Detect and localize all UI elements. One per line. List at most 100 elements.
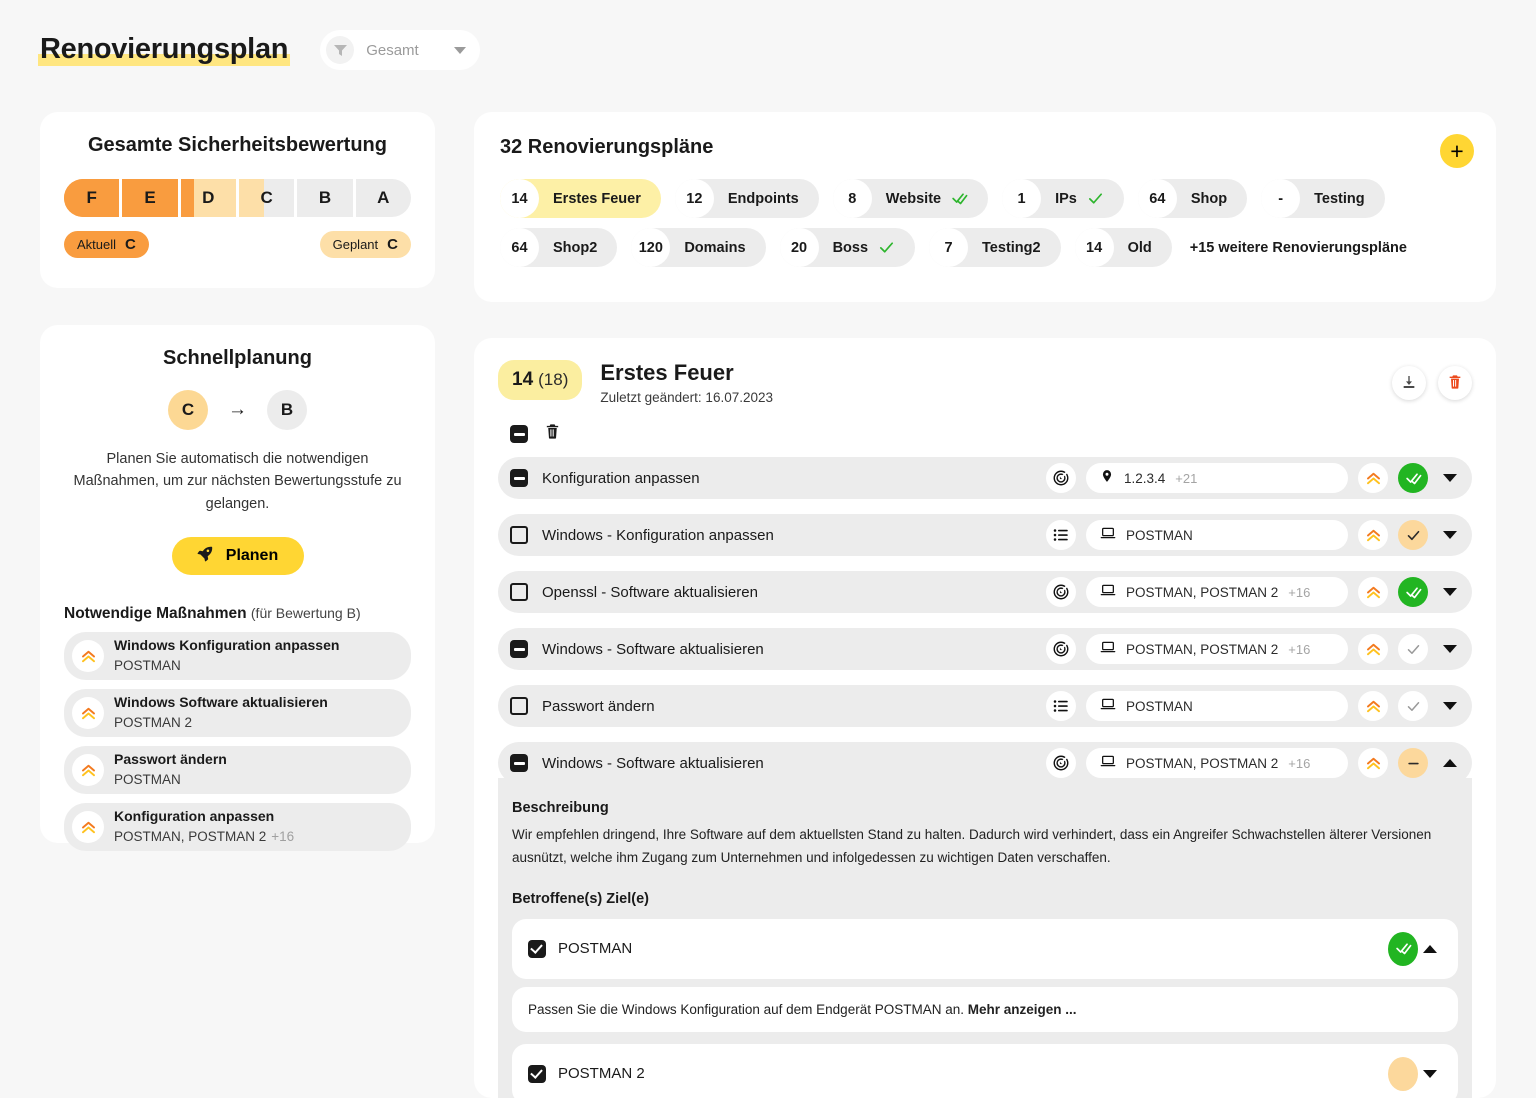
task-list: Konfiguration anpassen 1.2.3.4 +21 Windows …	[498, 457, 1472, 1098]
plan-chip-name: Testing	[1314, 190, 1365, 207]
plan-chip-testing[interactable]: - Testing	[1261, 179, 1385, 218]
task-row[interactable]: Passwort ändern POSTMAN	[498, 685, 1472, 728]
task-checkbox[interactable]	[510, 697, 528, 716]
plan-button[interactable]: Planen	[171, 537, 304, 576]
task-checkbox[interactable]	[510, 583, 528, 602]
radar-icon[interactable]	[1046, 577, 1076, 608]
laptop-icon	[1100, 525, 1116, 546]
measures-title-text: Notwendige Maßnahmen	[64, 605, 247, 623]
current-rating-label: Aktuell	[77, 237, 117, 252]
prio-high-icon[interactable]	[1358, 463, 1388, 494]
check-icon	[878, 239, 895, 256]
plan-chip-old[interactable]: 14 Old	[1074, 228, 1172, 267]
description-text: Wir empfehlen dringend, Ihre Software au…	[512, 827, 1432, 865]
task-name: Windows - Software aktualisieren	[542, 754, 764, 772]
page-header: Renovierungsplan Gesamt	[38, 30, 481, 70]
chevron-down-icon[interactable]	[1438, 645, 1462, 654]
scope-filter-select[interactable]: Gesamt	[320, 30, 481, 70]
radar-icon[interactable]	[1046, 463, 1076, 494]
status-badge-done[interactable]	[1398, 463, 1428, 494]
plan-count-pill: 14 (18)	[498, 360, 583, 400]
target-checkbox[interactable]	[528, 939, 546, 958]
add-plan-button[interactable]: +	[1440, 134, 1474, 168]
measure-row[interactable]: Windows Konfiguration anpassen POSTMAN	[64, 632, 411, 681]
radar-icon[interactable]	[1046, 748, 1076, 779]
plan-chip-count: -	[1261, 179, 1301, 218]
plan-chip-erstes-feuer[interactable]: 14 Erstes Feuer	[500, 179, 661, 218]
download-button[interactable]	[1392, 366, 1426, 400]
target-checkbox[interactable]	[528, 1064, 546, 1083]
delete-plan-button[interactable]	[1438, 366, 1472, 400]
affected-target-row[interactable]: POSTMAN 2	[512, 1043, 1458, 1098]
chevron-up-icon[interactable]	[1418, 944, 1442, 953]
task-row[interactable]: Windows - Konfiguration anpassen POSTMAN	[498, 514, 1472, 557]
task-checkbox[interactable]	[510, 469, 528, 488]
radar-icon[interactable]	[1046, 634, 1076, 665]
measure-target-more: +16	[271, 829, 295, 845]
status-badge-planned[interactable]	[1398, 520, 1428, 551]
prio-high-icon[interactable]	[1358, 634, 1388, 665]
list-icon[interactable]	[1046, 520, 1076, 551]
task-target-field[interactable]: POSTMAN	[1086, 520, 1348, 551]
plan-chip-domains[interactable]: 120 Domains	[631, 228, 766, 267]
plans-heading: 32 Renovierungspläne	[500, 136, 714, 158]
status-badge-open[interactable]	[1398, 691, 1428, 722]
task-target-field[interactable]: 1.2.3.4 +21	[1086, 463, 1348, 494]
rating-badges: Aktuell C Geplant C	[64, 231, 411, 258]
status-badge-partial[interactable]	[1398, 748, 1428, 779]
chevron-down-icon[interactable]	[1438, 531, 1462, 540]
grade-cell-a: A	[355, 179, 411, 217]
plan-chip-count: 7	[929, 228, 969, 267]
status-badge-open[interactable]	[1398, 634, 1428, 665]
task-target-field[interactable]: POSTMAN, POSTMAN 2 +16	[1086, 577, 1348, 608]
pin-icon	[1100, 469, 1114, 488]
chevron-up-icon[interactable]	[1438, 759, 1462, 768]
measure-row[interactable]: Passwort ändern POSTMAN	[64, 746, 411, 795]
plan-chip-shop2[interactable]: 64 Shop2	[500, 228, 618, 267]
prio-high-icon[interactable]	[1358, 520, 1388, 551]
plan-chip-testing2[interactable]: 7 Testing2	[929, 228, 1061, 267]
chevron-down-icon[interactable]	[1418, 1069, 1442, 1078]
task-checkbox[interactable]	[510, 526, 528, 545]
task-checkbox[interactable]	[510, 754, 528, 773]
plan-chip-shop[interactable]: 64 Shop	[1137, 179, 1248, 218]
affected-target-row[interactable]: POSTMAN	[512, 918, 1458, 979]
plan-chip-name: Website	[885, 190, 942, 207]
chevron-down-icon[interactable]	[1438, 474, 1462, 483]
task-target-more: +16	[1288, 641, 1311, 657]
prio-high-icon[interactable]	[1358, 748, 1388, 779]
status-badge-planned[interactable]	[1388, 1056, 1418, 1091]
task-checkbox[interactable]	[510, 640, 528, 659]
measure-text: Konfiguration anpassen POSTMAN, POSTMAN 2…	[114, 807, 294, 847]
measure-row[interactable]: Windows Software aktualisieren POSTMAN 2	[64, 689, 411, 738]
grade-letter: C	[260, 188, 273, 207]
show-more-link[interactable]: Mehr anzeigen ...	[968, 1002, 1077, 1017]
select-all-checkbox[interactable]	[510, 425, 528, 444]
task-name: Windows - Software aktualisieren	[542, 640, 764, 658]
prio-high-icon[interactable]	[1358, 691, 1388, 722]
status-badge-done[interactable]	[1398, 577, 1428, 608]
task-row[interactable]: Konfiguration anpassen 1.2.3.4 +21	[498, 457, 1472, 500]
plan-chip-ips[interactable]: 1 IPs	[1002, 179, 1124, 218]
prio-high-icon[interactable]	[1358, 577, 1388, 608]
more-plans-label[interactable]: +15 weitere Renovierungspläne	[1190, 240, 1407, 256]
task-target-field[interactable]: POSTMAN	[1086, 691, 1348, 722]
status-badge-done[interactable]	[1388, 931, 1418, 966]
plan-chip-endpoints[interactable]: 12 Endpoints	[674, 179, 819, 218]
plan-chip-boss[interactable]: 20 Boss	[779, 228, 916, 267]
grade-cell-d: D	[180, 179, 236, 217]
task-row[interactable]: Windows - Software aktualisieren POSTMAN,…	[498, 628, 1472, 671]
measure-row[interactable]: Konfiguration anpassen POSTMAN, POSTMAN 2…	[64, 803, 411, 852]
grade-letter: D	[202, 188, 215, 207]
task-expanded-panel: Beschreibung Wir empfehlen dringend, Ihre…	[498, 778, 1472, 1098]
task-target-field[interactable]: POSTMAN, POSTMAN 2 +16	[1086, 634, 1348, 665]
measure-name: Windows Software aktualisieren	[114, 694, 328, 711]
list-icon[interactable]	[1046, 691, 1076, 722]
plan-chip-name: Testing2	[982, 239, 1041, 256]
plan-chip-website[interactable]: 8 Website	[832, 179, 989, 218]
chevron-down-icon[interactable]	[1438, 702, 1462, 711]
chevron-down-icon[interactable]	[1438, 588, 1462, 597]
task-row[interactable]: Openssl - Software aktualisieren POSTMAN,…	[498, 571, 1472, 614]
task-target-field[interactable]: POSTMAN, POSTMAN 2 +16	[1086, 748, 1348, 779]
bulk-trash-icon[interactable]	[544, 423, 561, 445]
